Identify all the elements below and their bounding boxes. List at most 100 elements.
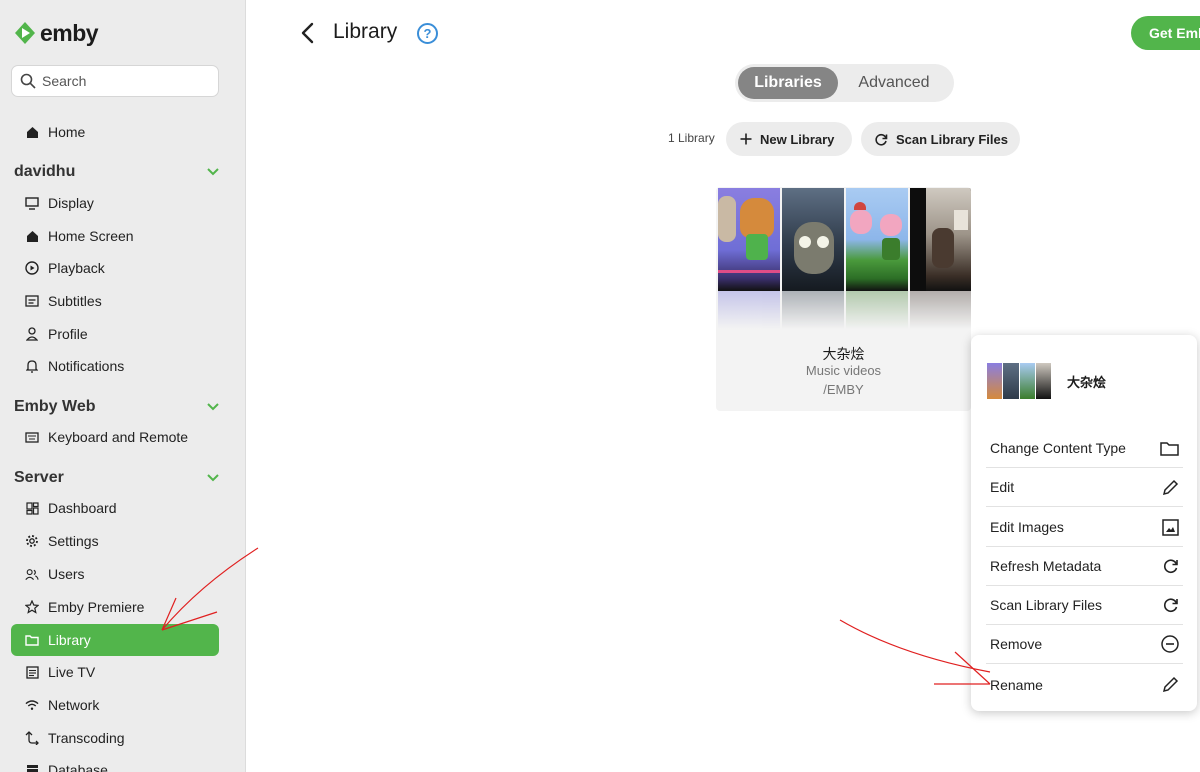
person-icon [25,327,39,341]
thumbnail-reflection [718,291,971,329]
sidebar-item-label: Subtitles [48,293,102,309]
sidebar-item-home-screen[interactable]: Home Screen [11,220,219,252]
sidebar-item-label: Network [48,697,100,713]
section-server[interactable]: Server [14,465,219,491]
library-path: /EMBY [823,382,864,397]
sidebar-item-database[interactable]: Database [11,754,219,772]
sidebar-item-profile[interactable]: Profile [11,318,219,350]
sidebar-item-label: Settings [48,533,99,549]
menu-item-edit-images[interactable]: Edit Images [986,508,1183,547]
thumbnail-image [910,188,971,291]
sidebar-item-label: Emby Premiere [48,599,145,615]
menu-thumbnail [987,363,1051,399]
menu-item-label: Edit [990,479,1015,495]
menu-title: 大杂烩 [1067,374,1107,390]
library-card[interactable]: 大杂烩 Music videos /EMBY [716,187,971,411]
menu-item-edit[interactable]: Edit [986,468,1183,507]
home-icon [25,125,39,139]
new-library-button[interactable]: New Library [726,122,852,156]
search-box[interactable] [11,65,219,97]
sidebar-item-label: Database [48,762,108,772]
library-thumbnails [718,188,971,291]
menu-item-remove[interactable]: Remove [986,625,1183,664]
tv-guide-icon [25,665,39,679]
dashboard-icon [25,501,39,515]
emby-logo[interactable]: emby [14,18,99,48]
sidebar-item-label: Display [48,195,94,211]
gear-icon [25,534,39,548]
sidebar-item-notifications[interactable]: Notifications [11,350,219,382]
tab-advanced[interactable]: Advanced [838,67,950,99]
sidebar-item-settings[interactable]: Settings [11,525,219,557]
sidebar-item-live-tv[interactable]: Live TV [11,656,219,688]
logo-text: emby [40,19,99,46]
sidebar-item-playback[interactable]: Playback [11,252,219,284]
transcode-icon [25,731,39,745]
sidebar-item-label: Live TV [48,664,96,680]
chevron-down-icon [207,403,219,411]
sidebar-item-display[interactable]: Display [11,187,219,219]
sidebar-item-transcoding[interactable]: Transcoding [11,722,219,754]
minus-circle-icon [1161,635,1179,653]
sidebar-item-label: Notifications [48,358,125,374]
sidebar-item-label: Home [48,124,86,140]
sidebar-item-subtitles[interactable]: Subtitles [11,285,219,317]
tab-libraries[interactable]: Libraries [738,67,838,99]
sidebar-item-users[interactable]: Users [11,558,219,590]
search-input[interactable] [42,73,202,89]
back-arrow-icon[interactable] [298,20,318,46]
wifi-icon [25,698,39,712]
sidebar-item-home[interactable]: Home [11,116,219,148]
menu-item-rename[interactable]: Rename [986,665,1183,704]
sidebar-item-label: Transcoding [48,730,125,746]
sidebar-item-emby-premiere[interactable]: Emby Premiere [11,591,219,623]
library-type: Music videos [805,363,882,378]
search-icon [20,73,36,89]
menu-item-label: Edit Images [990,519,1064,535]
home-icon [25,229,39,243]
play-circle-icon [25,261,39,275]
chevron-down-icon [207,474,219,482]
keyboard-icon [25,430,39,444]
emby-logo-icon [15,22,35,44]
menu-header: 大杂烩 [987,363,1106,399]
help-icon[interactable]: ? [417,23,438,44]
menu-item-label: Refresh Metadata [990,558,1102,574]
scan-library-files-button[interactable]: Scan Library Files [861,122,1020,156]
sidebar-item-library[interactable]: Library [11,624,219,656]
menu-item-change-content-type[interactable]: Change Content Type [986,429,1183,468]
get-emby-button[interactable]: Get Emby [1131,16,1200,50]
library-context-menu: 大杂烩 Change Content Type Edit Edit Images… [971,335,1197,711]
sidebar-item-network[interactable]: Network [11,689,219,721]
bell-icon [25,359,39,373]
annotation-arrow-rename [839,619,991,673]
subtitles-icon [25,294,39,308]
section-user-label: davidhu [14,163,76,180]
new-library-label: New Library [760,131,835,147]
menu-item-refresh-metadata[interactable]: Refresh Metadata [986,547,1183,586]
folder-icon [1160,441,1179,456]
menu-item-label: Remove [990,636,1043,652]
database-icon [25,763,39,772]
sidebar-item-label: Library [48,632,91,648]
refresh-icon [1164,598,1178,613]
image-icon [1162,518,1179,536]
refresh-icon [1164,559,1178,574]
sidebar-item-dashboard[interactable]: Dashboard [11,492,219,524]
users-icon [25,567,39,581]
monitor-icon [25,196,39,210]
menu-item-scan-library-files[interactable]: Scan Library Files [986,586,1183,625]
sidebar-item-keyboard-remote[interactable]: Keyboard and Remote [11,421,219,453]
section-user[interactable]: davidhu [14,159,219,185]
thumbnail-image [718,188,780,291]
pencil-icon [1162,676,1179,693]
sidebar-item-label: Users [48,566,85,582]
library-name: 大杂烩 [822,346,865,362]
menu-item-label: Rename [990,676,1043,693]
thumbnail-image [782,188,844,291]
section-emby-web-label: Emby Web [14,398,96,415]
sidebar-item-label: Profile [48,326,88,342]
section-server-label: Server [14,469,64,486]
tab-bar: Libraries Advanced [735,64,954,102]
section-emby-web[interactable]: Emby Web [14,394,219,420]
